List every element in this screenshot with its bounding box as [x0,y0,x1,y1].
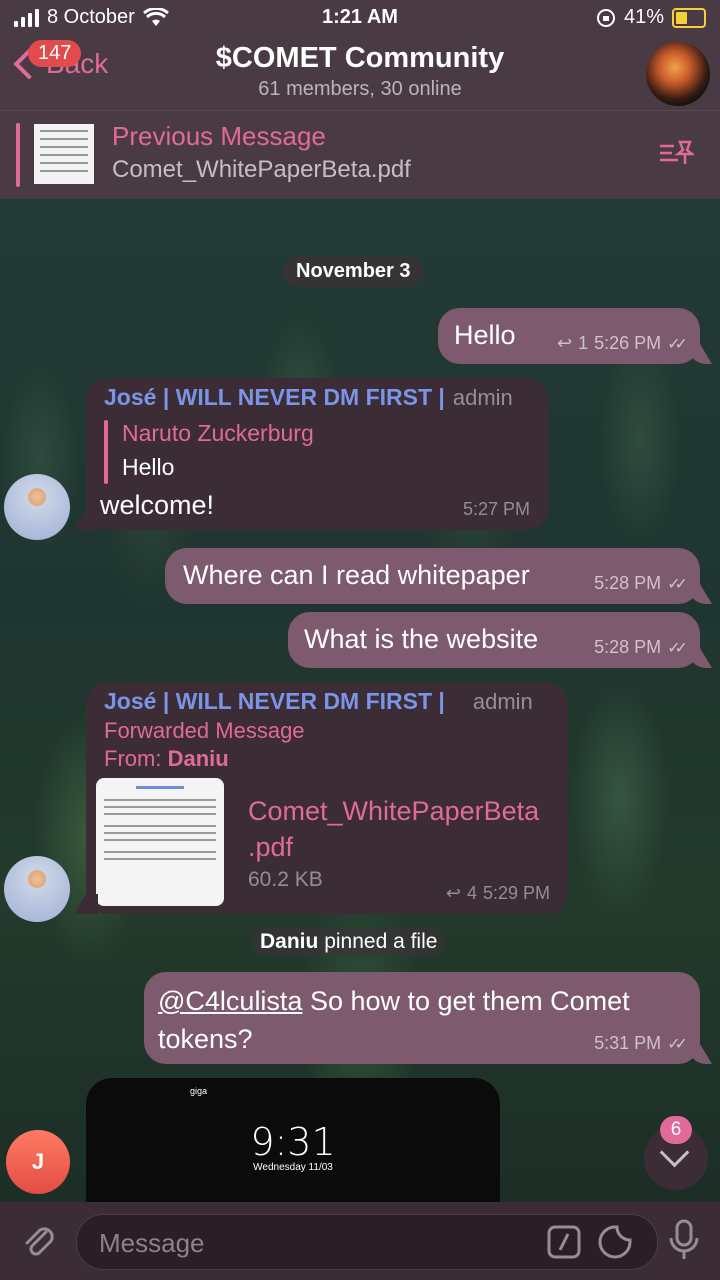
chat-title[interactable]: $COMET Community [0,42,720,75]
chat-subtitle: 61 members, 30 online [258,78,462,100]
pinned-file-name: Comet_WhitePaperBeta.pdf [112,156,411,183]
pinned-file-thumbnail [34,124,94,184]
read-checkmarks-icon: ✓✓ [667,575,688,593]
preview-carrier: giga [190,1086,208,1096]
user-avatar-j[interactable]: J [6,1130,70,1194]
message-text: Where can I read whitepaper [183,560,530,590]
reply-count: 4 [466,883,477,903]
sender-avatar[interactable] [4,856,70,922]
file-thumbnail[interactable] [96,778,224,906]
message-time: 5:31 PM [594,1033,662,1053]
message-time: 5:28 PM [594,573,662,593]
message-bubble-outgoing[interactable]: What is the website 5:28 PM ✓✓ [288,612,712,668]
forwarded-from-name[interactable]: Daniu [168,746,229,771]
preview-clock: 9:31 [250,1120,336,1164]
read-checkmarks-icon: ✓✓ [667,1035,688,1053]
pinned-message-bar[interactable] [0,110,720,199]
forwarded-file-message[interactable]: José | WILL NEVER DM FIRST | admin Forwa… [74,682,568,914]
message-bubble-outgoing[interactable]: Hello ↩ 1 5:26 PM ✓✓ [438,308,712,364]
sticker-icon[interactable] [597,1224,633,1260]
date-separator: November 3 [284,256,423,287]
message-text: What is the website [304,624,539,654]
user-mention[interactable]: @C4lculista [158,986,302,1016]
message-input[interactable] [97,1225,531,1261]
file-extension: .pdf [248,832,294,862]
reply-icon: ↩ [445,883,461,903]
image-message-preview[interactable]: giga 9:31 Wednesday 11/03 [86,1078,500,1202]
system-text: pinned a file [324,930,438,953]
preview-date: Wednesday 11/03 [253,1162,333,1173]
message-input-field[interactable] [76,1214,658,1270]
reply-text: Hello [122,454,175,480]
status-bar: 8 October 1:21 AM 41% [0,6,720,32]
message-time: 5:26 PM [594,333,662,353]
message-time: 5:28 PM [594,637,662,657]
message-bubble-outgoing[interactable]: @C4lculista So how to get them Comet tok… [144,972,712,1064]
reply-count: 1 [578,333,589,353]
message-time: 5:29 PM [482,883,550,903]
sender-name[interactable]: José | WILL NEVER DM FIRST | [104,688,445,715]
admin-label: admin [472,689,533,714]
rotation-lock-icon [596,8,615,27]
microphone-icon[interactable] [664,1218,704,1262]
pinned-list-icon[interactable] [658,138,694,168]
sender-avatar[interactable] [4,474,70,540]
attach-icon[interactable] [18,1220,58,1260]
pinned-indicator [16,123,20,187]
admin-label: admin [452,385,513,410]
new-messages-badge: 6 [660,1116,692,1144]
file-size: 60.2 KB [248,868,323,891]
message-text: Hello [454,320,516,350]
message-time: 5:27 PM [462,499,530,519]
pinned-title: Previous Message [112,121,326,151]
battery-percent: 41% [623,6,664,28]
message-bubble-incoming[interactable]: José | WILL NEVER DM FIRST | admin Narut… [74,378,548,530]
message-text: welcome! [100,490,215,520]
reply-quote-bar [104,420,108,484]
sender-name[interactable]: José | WILL NEVER DM FIRST | [104,384,445,411]
group-avatar[interactable] [646,42,710,106]
forwarded-label: Forwarded Message [104,718,305,743]
battery-icon [672,7,706,28]
reply-sender[interactable]: Naruto Zuckerburg [122,420,314,447]
read-checkmarks-icon: ✓✓ [667,639,688,657]
read-checkmarks-icon: ✓✓ [667,335,688,353]
bot-command-icon[interactable] [547,1225,581,1259]
message-bubble-outgoing[interactable]: Where can I read whitepaper 5:28 PM ✓✓ [165,548,712,604]
from-label: From: [104,746,162,771]
system-actor[interactable]: Daniu [260,930,318,953]
system-message: Daniu pinned a file [252,928,446,956]
file-name[interactable]: Comet_WhitePaperBeta [248,796,539,827]
reply-icon: ↩ [557,333,573,353]
